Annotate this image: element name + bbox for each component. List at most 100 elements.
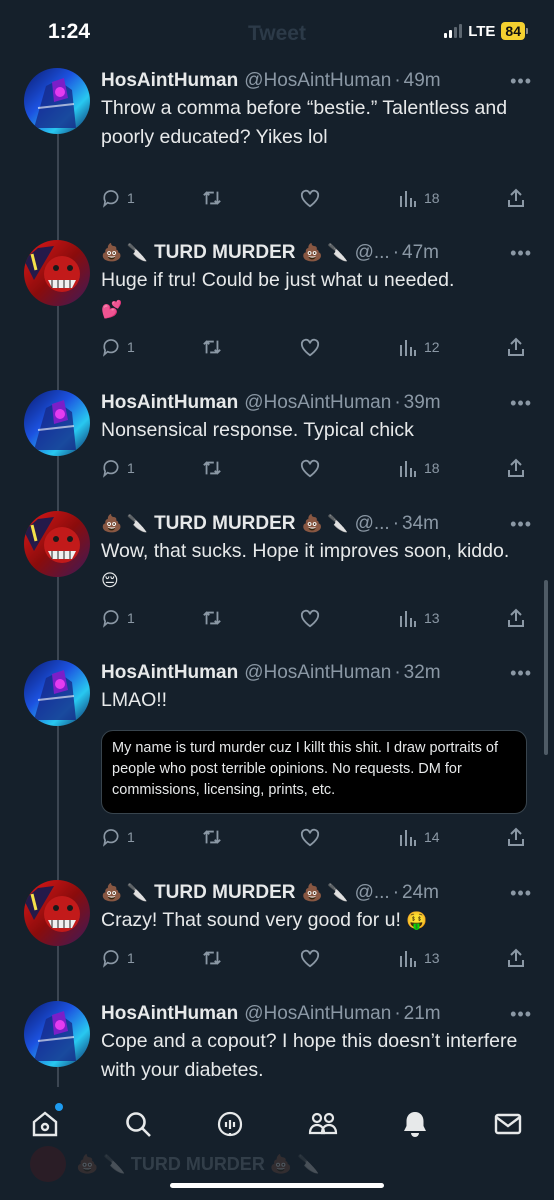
user-handle[interactable]: @HosAintHuman <box>244 70 391 92</box>
timestamp[interactable]: 32m <box>404 662 441 684</box>
avatar[interactable] <box>24 880 90 946</box>
retweet-button[interactable] <box>201 337 223 357</box>
timestamp[interactable]: 47m <box>402 242 439 264</box>
reply-button[interactable]: 1 <box>101 188 135 208</box>
separator-dot: · <box>394 1003 401 1024</box>
tweet-header: HosAintHuman @HosAintHuman · 49m ••• <box>101 68 532 94</box>
tab-messages[interactable] <box>490 1106 526 1142</box>
views-button[interactable]: 13 <box>398 948 440 968</box>
display-name[interactable]: HosAintHuman <box>101 1003 238 1025</box>
retweet-button[interactable] <box>201 827 223 847</box>
avatar[interactable] <box>24 1001 90 1067</box>
user-handle[interactable]: @... <box>355 513 390 535</box>
display-name[interactable]: TURD MURDER <box>154 242 295 264</box>
tab-search[interactable] <box>120 1106 156 1142</box>
reply-button[interactable]: 1 <box>101 827 135 847</box>
views-button[interactable]: 13 <box>398 608 440 628</box>
user-handle[interactable]: @HosAintHuman <box>244 1003 391 1025</box>
like-button[interactable] <box>299 608 321 628</box>
share-button[interactable] <box>506 337 526 357</box>
separator-dot: · <box>392 513 400 534</box>
more-options-icon[interactable]: ••• <box>510 71 532 92</box>
user-handle[interactable]: @... <box>355 242 390 264</box>
display-name[interactable]: HosAintHuman <box>101 662 238 684</box>
more-options-icon[interactable]: ••• <box>510 514 532 535</box>
timestamp[interactable]: 49m <box>404 70 441 92</box>
share-button[interactable] <box>506 188 526 208</box>
share-icon <box>508 337 524 356</box>
retweet-button[interactable] <box>201 608 223 628</box>
views-button[interactable]: 18 <box>398 458 440 478</box>
more-options-icon[interactable]: ••• <box>510 883 532 904</box>
display-name[interactable]: TURD MURDER <box>154 513 295 535</box>
battery-icon: 84 <box>501 22 528 40</box>
tab-notifications[interactable] <box>397 1106 433 1142</box>
more-options-icon[interactable]: ••• <box>510 243 532 264</box>
separator-dot: · <box>392 242 400 263</box>
quoted-bio-card[interactable]: My name is turd murder cuz I killt this … <box>101 730 527 814</box>
display-name[interactable]: TURD MURDER <box>154 882 295 904</box>
tweet[interactable]: HosAintHuman @HosAintHuman · 49m ••• Thr… <box>0 68 554 218</box>
reply-button[interactable]: 1 <box>101 948 135 968</box>
tweet[interactable]: 💩 🔪 TURD MURDER 💩 🔪 @... · 47m ••• Huge … <box>0 240 554 370</box>
scrollbar[interactable] <box>544 580 548 755</box>
tweet[interactable]: HosAintHuman @HosAintHuman · 32m ••• LMA… <box>0 660 554 860</box>
share-button[interactable] <box>506 827 526 847</box>
timestamp[interactable]: 24m <box>402 882 439 904</box>
like-button[interactable] <box>299 337 321 357</box>
tweet[interactable]: HosAintHuman @HosAintHuman · 39m ••• Non… <box>0 390 554 490</box>
tab-home[interactable] <box>27 1103 63 1142</box>
obscured-next-tweet: 💩 🔪 TURD MURDER 💩 🔪 <box>30 1146 530 1182</box>
user-handle[interactable]: @HosAintHuman <box>244 392 391 414</box>
share-button[interactable] <box>506 458 526 478</box>
user-handle[interactable]: @HosAintHuman <box>244 662 391 684</box>
tab-spaces[interactable] <box>212 1106 248 1142</box>
display-name[interactable]: HosAintHuman <box>101 392 238 414</box>
tweet-text: Throw a comma before “bestie.” Talentles… <box>101 97 508 148</box>
tweet-text-block: Crazy! That sound very good for u! 🤑 <box>101 906 526 935</box>
avatar[interactable] <box>24 240 90 306</box>
share-button[interactable] <box>506 608 526 628</box>
views-button[interactable]: 12 <box>398 337 440 357</box>
more-options-icon[interactable]: ••• <box>510 663 532 684</box>
tweet-text: Cope and a copout? I hope this doesn’t i… <box>101 1030 518 1081</box>
tab-communities[interactable] <box>305 1106 341 1142</box>
retweet-icon <box>203 951 221 965</box>
timestamp[interactable]: 39m <box>404 392 441 414</box>
reply-count: 1 <box>127 190 135 206</box>
share-button[interactable] <box>506 948 526 968</box>
avatar[interactable] <box>24 390 90 456</box>
timestamp[interactable]: 34m <box>402 513 439 535</box>
more-options-icon[interactable]: ••• <box>510 1004 532 1025</box>
home-indicator[interactable] <box>170 1183 384 1188</box>
retweet-button[interactable] <box>201 948 223 968</box>
share-icon <box>508 948 524 967</box>
retweet-button[interactable] <box>201 458 223 478</box>
like-button[interactable] <box>299 458 321 478</box>
avatar[interactable] <box>24 660 90 726</box>
reply-button[interactable]: 1 <box>101 458 135 478</box>
separator-dot: · <box>394 70 401 91</box>
communities-icon <box>308 1112 338 1135</box>
tweet[interactable]: HosAintHuman @HosAintHuman · 21m ••• Cop… <box>0 1001 554 1088</box>
tweet[interactable]: 💩 🔪 TURD MURDER 💩 🔪 @... · 34m ••• Wow, … <box>0 511 554 641</box>
views-button[interactable]: 18 <box>398 188 440 208</box>
reply-button[interactable]: 1 <box>101 337 135 357</box>
user-handle[interactable]: @... <box>355 882 390 904</box>
views-button[interactable]: 14 <box>398 827 440 847</box>
avatar[interactable] <box>24 68 90 134</box>
more-options-icon[interactable]: ••• <box>510 393 532 414</box>
heart-icon <box>300 609 320 628</box>
tweet[interactable]: 💩 🔪 TURD MURDER 💩 🔪 @... · 24m ••• Crazy… <box>0 880 554 980</box>
reply-button[interactable]: 1 <box>101 608 135 628</box>
like-button[interactable] <box>299 948 321 968</box>
display-name[interactable]: HosAintHuman <box>101 70 238 92</box>
like-button[interactable] <box>299 827 321 847</box>
like-button[interactable] <box>299 188 321 208</box>
retweet-button[interactable] <box>201 188 223 208</box>
reply-count: 1 <box>127 950 135 966</box>
avatar[interactable] <box>24 511 90 577</box>
tweet-text: LMAO!! <box>101 689 168 711</box>
name-emoji-prefix: 💩 🔪 <box>101 514 149 533</box>
timestamp[interactable]: 21m <box>404 1003 441 1025</box>
